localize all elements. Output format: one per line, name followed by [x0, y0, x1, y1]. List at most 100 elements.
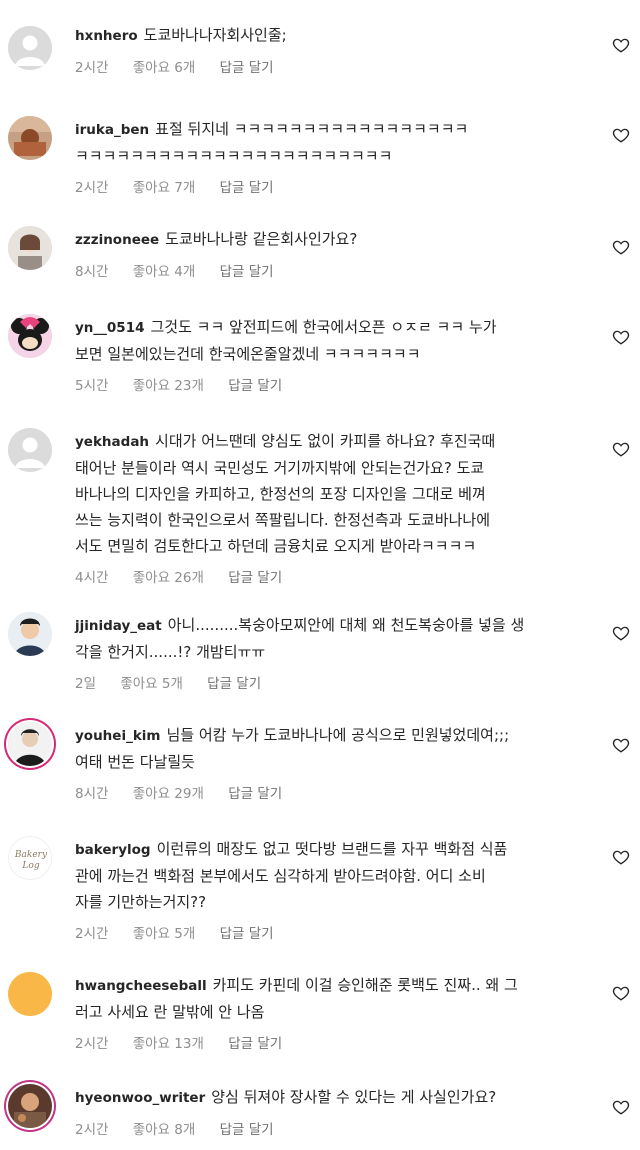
like-count[interactable]: 좋아요 13개	[133, 1036, 204, 1052]
comment-line: 러고 사세요 란 말밖에 안 나옴	[75, 1003, 265, 1021]
logo-avatar-icon[interactable]: Bakery Log	[8, 836, 52, 880]
solid-avatar-icon[interactable]	[8, 972, 52, 1016]
comment-time: 2시간	[75, 180, 109, 196]
comment-line: 표절 뒤지네 ㅋㅋㅋㅋㅋㅋㅋㅋㅋㅋㅋㅋㅋㅋㅋㅋㅋ	[155, 120, 469, 138]
svg-text:Log: Log	[21, 861, 39, 871]
comment-line: 도쿄바나나자회사인줄;	[143, 26, 287, 44]
comment-line: 여태 번돈 다날릴듯	[75, 753, 195, 771]
heart-icon[interactable]	[612, 848, 630, 866]
photo-avatar-icon[interactable]	[8, 116, 52, 160]
comment-list: hxnhero 도쿄바나나자회사인줄; 2시간 좋아요 6개 답글 달기 iruk…	[0, 0, 640, 1150]
comment-text: hwangcheeseball 카피도 카핀데 이걸 승인해준 롯백도 진짜.. …	[75, 972, 595, 1025]
reply-button[interactable]: 답글 달기	[220, 926, 274, 942]
comment-text: bakerylog 이런류의 매장도 없고 떳다방 브랜드를 자꾸 백화점 식품 …	[75, 836, 595, 915]
comment-meta: 2시간 좋아요 8개 답글 달기	[75, 1120, 595, 1140]
comment-text: jjiniday_eat 아니.........복숭아모찌안에 대체 왜 천도복숭…	[75, 612, 595, 665]
comment-meta: 2시간 좋아요 13개 답글 달기	[75, 1034, 595, 1054]
svg-text:Bakery: Bakery	[14, 850, 48, 860]
heart-icon[interactable]	[612, 440, 630, 458]
comment-meta: 2일 좋아요 5개 답글 달기	[75, 674, 595, 694]
heart-icon[interactable]	[612, 736, 630, 754]
photo-avatar-icon[interactable]	[8, 1084, 52, 1128]
comment-time: 4시간	[75, 570, 109, 586]
comment-username[interactable]: hwangcheeseball	[75, 978, 207, 994]
reply-button[interactable]: 답글 달기	[220, 180, 274, 196]
heart-icon[interactable]	[612, 126, 630, 144]
comment-line: 카피도 카핀데 이걸 승인해준 롯백도 진짜.. 왜 그	[212, 976, 518, 994]
comment-meta: 8시간 좋아요 29개 답글 달기	[75, 784, 595, 804]
comment-line: 님들 어캄 누가 도쿄바나나에 공식으로 민원넣었데여;;;	[166, 726, 510, 744]
comment-time: 2시간	[75, 60, 109, 76]
comment-time: 8시간	[75, 786, 109, 802]
comment-time: 2시간	[75, 926, 109, 942]
comment-line: 쓰는 능지력이 한국인으로서 쪽팔립니다. 한정선측과 도쿄바나나에	[75, 511, 491, 529]
like-count[interactable]: 좋아요 4개	[133, 264, 196, 280]
reply-button[interactable]: 답글 달기	[220, 60, 274, 76]
comment-text: hyeonwoo_writer 양심 뒤져야 장사할 수 있다는 게 사실인가요?	[75, 1084, 595, 1111]
photo-avatar-icon[interactable]	[8, 722, 52, 766]
comment-time: 2일	[75, 676, 97, 692]
comment-username[interactable]: yekhadah	[75, 434, 149, 450]
comment-username[interactable]: hxnhero	[75, 28, 138, 44]
comment-time: 2시간	[75, 1122, 109, 1138]
comment-time: 8시간	[75, 264, 109, 280]
heart-icon[interactable]	[612, 1098, 630, 1116]
reply-button[interactable]: 답글 달기	[207, 676, 261, 692]
comment-line: 각을 한거지......!? 개밤티ㅠㅠ	[75, 643, 266, 661]
comment-line: 서도 면밀히 검토한다고 하던데 금융치료 오지게 받아라ㅋㅋㅋㅋ	[75, 537, 477, 555]
reply-button[interactable]: 답글 달기	[228, 1036, 282, 1052]
comment-line: 아니.........복숭아모찌안에 대체 왜 천도복숭아를 넣을 생	[167, 616, 525, 634]
comment-username[interactable]: iruka_ben	[75, 122, 149, 138]
comment-line: 자를 기만하는거지??	[75, 893, 207, 911]
comment-meta: 8시간 좋아요 4개 답글 달기	[75, 262, 595, 282]
comment-line: ㅋㅋㅋㅋㅋㅋㅋㅋㅋㅋㅋㅋㅋㅋㅋㅋㅋㅋㅋㅋㅋㅋㅋ	[75, 147, 393, 165]
comment-username[interactable]: youhei_kim	[75, 728, 161, 744]
comment-line: 그것도 ㅋㅋ 앞전피드에 한국에서오픈 ㅇㅈㄹ ㅋㅋ 누가	[150, 318, 497, 336]
comment-username[interactable]: hyeonwoo_writer	[75, 1090, 205, 1106]
comment-time: 2시간	[75, 1036, 109, 1052]
comment-line: 태어난 분들이라 역시 국민성도 거기까지밖에 안되는건가요? 도쿄	[75, 459, 485, 477]
like-count[interactable]: 좋아요 8개	[133, 1122, 196, 1138]
like-count[interactable]: 좋아요 29개	[133, 786, 204, 802]
comment-text: youhei_kim 님들 어캄 누가 도쿄바나나에 공식으로 민원넣었데여;;;…	[75, 722, 595, 775]
comment-text: iruka_ben 표절 뒤지네 ㅋㅋㅋㅋㅋㅋㅋㅋㅋㅋㅋㅋㅋㅋㅋㅋㅋ ㅋㅋㅋㅋㅋㅋ…	[75, 116, 595, 169]
reply-button[interactable]: 답글 달기	[228, 570, 282, 586]
comment-username[interactable]: bakerylog	[75, 842, 151, 858]
photo-avatar-icon[interactable]	[8, 612, 52, 656]
photo-avatar-icon[interactable]	[8, 226, 52, 270]
like-count[interactable]: 좋아요 6개	[133, 60, 196, 76]
heart-icon[interactable]	[612, 624, 630, 642]
like-count[interactable]: 좋아요 5개	[120, 676, 183, 692]
reply-button[interactable]: 답글 달기	[220, 264, 274, 280]
comment-meta: 2시간 좋아요 5개 답글 달기	[75, 924, 595, 944]
reply-button[interactable]: 답글 달기	[228, 378, 282, 394]
comment-line: 양심 뒤져야 장사할 수 있다는 게 사실인가요?	[211, 1088, 497, 1106]
like-count[interactable]: 좋아요 5개	[133, 926, 196, 942]
heart-icon[interactable]	[612, 238, 630, 256]
comment-username[interactable]: yn__0514	[75, 320, 144, 336]
comment-username[interactable]: zzzinoneee	[75, 232, 159, 248]
comment-text: yekhadah 시대가 어느땐데 양심도 없이 카피를 하나요? 후진국때 태어…	[75, 428, 595, 559]
comment-text: hxnhero 도쿄바나나자회사인줄;	[75, 22, 595, 49]
default-avatar-icon[interactable]	[8, 428, 52, 472]
comment-time: 5시간	[75, 378, 109, 394]
reply-button[interactable]: 답글 달기	[220, 1122, 274, 1138]
comment-meta: 4시간 좋아요 26개 답글 달기	[75, 568, 595, 588]
heart-icon[interactable]	[612, 328, 630, 346]
like-count[interactable]: 좋아요 26개	[133, 570, 204, 586]
comment-meta: 2시간 좋아요 6개 답글 달기	[75, 58, 595, 78]
cartoon-avatar-icon[interactable]	[8, 314, 52, 358]
like-count[interactable]: 좋아요 7개	[133, 180, 196, 196]
reply-button[interactable]: 답글 달기	[228, 786, 282, 802]
like-count[interactable]: 좋아요 23개	[133, 378, 204, 394]
comment-text: zzzinoneee 도쿄바나나랑 같은회사인가요?	[75, 226, 595, 253]
comment-line: 이런류의 매장도 없고 떳다방 브랜드를 자꾸 백화점 식품	[156, 840, 508, 858]
comment-line: 바나나의 디자인을 카피하고, 한정선의 포장 디자인을 그대로 베껴	[75, 485, 486, 503]
comment-line: 관에 까는건 백화점 본부에서도 심각하게 받아드려야함. 어디 소비	[75, 867, 486, 885]
default-avatar-icon[interactable]	[8, 26, 52, 70]
heart-icon[interactable]	[612, 984, 630, 1002]
comment-meta: 2시간 좋아요 7개 답글 달기	[75, 178, 595, 198]
comment-meta: 5시간 좋아요 23개 답글 달기	[75, 376, 595, 396]
comment-username[interactable]: jjiniday_eat	[75, 618, 162, 634]
heart-icon[interactable]	[612, 36, 630, 54]
